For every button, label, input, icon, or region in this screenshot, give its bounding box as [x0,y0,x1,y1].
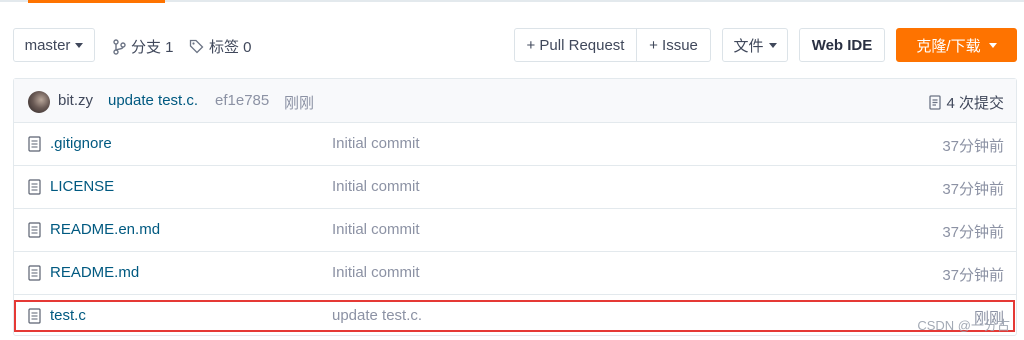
issue-button[interactable]: + Issue [636,28,711,62]
file-name-link[interactable]: .gitignore [50,135,112,152]
tag-icon [189,39,204,54]
file-row[interactable]: test.c update test.c. 刚刚 [14,295,1016,338]
commit-message[interactable]: update test.c. [108,92,198,109]
clone-download-label: 克隆/下载 [916,37,981,55]
file-row[interactable]: README.md Initial commit 37分钟前 [14,252,1016,295]
file-commit-message[interactable]: Initial commit [332,178,420,195]
file-list: bit.zy update test.c. ef1e785 刚刚 4 次提交 .… [13,78,1017,336]
commits-link[interactable]: 4 次提交 [929,92,1004,113]
file-commit-time: 37分钟前 [942,181,1004,198]
file-commit-message[interactable]: Initial commit [332,221,420,238]
tags-count-label: 标签 0 [209,39,252,56]
file-icon [28,308,41,324]
file-row[interactable]: .gitignore Initial commit 37分钟前 [14,123,1016,166]
commit-author[interactable]: bit.zy [58,92,93,109]
avatar[interactable] [28,91,50,113]
file-name-link[interactable]: LICENSE [50,178,114,195]
file-name-link[interactable]: test.c [50,307,86,324]
clone-download-button[interactable]: 克隆/下载 [896,28,1017,62]
commit-sha[interactable]: ef1e785 [215,92,269,109]
branch-icon [113,38,126,55]
file-row[interactable]: README.en.md Initial commit 37分钟前 [14,209,1016,252]
chevron-down-icon [75,42,84,48]
file-commit-message[interactable]: Initial commit [332,135,420,152]
file-name-link[interactable]: README.md [50,264,139,281]
chevron-down-icon [768,42,777,48]
branches-count-label: 分支 1 [131,39,174,56]
file-commit-message[interactable]: update test.c. [332,307,422,324]
tags-link[interactable]: 标签 0 [189,36,252,57]
issue-label: + Issue [649,36,698,54]
branch-select-label: master [24,36,71,54]
watermark: CSDN @一分古 [917,318,1010,333]
branch-select[interactable]: master [13,28,95,62]
chevron-down-icon [988,42,997,48]
file-icon [28,179,41,195]
file-commit-message[interactable]: Initial commit [332,264,420,281]
file-menu-label: 文件 [733,37,764,55]
web-ide-button[interactable]: Web IDE [799,28,885,62]
file-commit-time: 37分钟前 [942,267,1004,284]
repo-toolbar: master 分支 1 标签 0 + Pull Request + Issue … [13,28,1017,64]
file-menu-button[interactable]: 文件 [722,28,788,62]
commit-time: 刚刚 [284,95,315,112]
file-icon [28,265,41,281]
file-icon [28,136,41,152]
branches-link[interactable]: 分支 1 [112,36,174,57]
web-ide-label: Web IDE [811,36,873,54]
file-row[interactable]: LICENSE Initial commit 37分钟前 [14,166,1016,209]
pull-request-label: + Pull Request [526,36,625,54]
active-tab-indicator [28,0,165,3]
file-commit-time: 37分钟前 [942,224,1004,241]
latest-commit-bar: bit.zy update test.c. ef1e785 刚刚 4 次提交 [14,79,1016,123]
file-icon [28,222,41,238]
file-commit-time: 37分钟前 [942,138,1004,155]
file-name-link[interactable]: README.en.md [50,221,160,238]
commits-count-label: 4 次提交 [946,95,1004,112]
pull-request-button[interactable]: + Pull Request [514,28,637,62]
commit-history-icon [929,95,942,110]
